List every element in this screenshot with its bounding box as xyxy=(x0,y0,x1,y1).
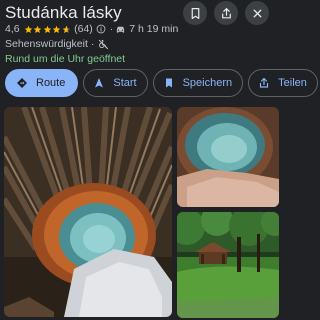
review-count[interactable]: (64) xyxy=(74,23,93,35)
spring-water-image xyxy=(177,107,279,207)
navigation-arrow-icon xyxy=(95,78,104,88)
close-button[interactable] xyxy=(245,1,269,25)
no-wheelchair-access-icon xyxy=(99,39,109,49)
start-button[interactable]: Start xyxy=(83,69,148,97)
spring-well-image xyxy=(4,107,172,317)
save-button[interactable]: Speichern xyxy=(152,69,244,97)
star-full-icon xyxy=(43,25,51,33)
share-button[interactable]: Teilen xyxy=(248,69,318,97)
place-category: Sehenswürdigkeit xyxy=(5,38,88,50)
star-full-icon xyxy=(24,25,32,33)
rating-row: 4,6 (64) · 7 h 19 min xyxy=(5,23,179,35)
forest-shelter-image xyxy=(177,212,279,318)
star-full-icon xyxy=(33,25,42,33)
photo-forest-shelter[interactable] xyxy=(177,212,279,318)
rating-stars xyxy=(24,25,72,34)
opening-hours[interactable]: Rund um die Uhr geöffnet xyxy=(5,53,125,65)
star-half-icon xyxy=(62,25,70,33)
start-label: Start xyxy=(113,77,137,89)
category-row: Sehenswürdigkeit · xyxy=(5,38,109,50)
place-title: Studánka lásky xyxy=(5,3,122,22)
car-icon xyxy=(117,26,125,33)
drive-time: 7 h 19 min xyxy=(129,23,179,35)
bookmark-icon xyxy=(191,7,199,19)
close-icon xyxy=(253,9,261,17)
share-icon xyxy=(260,77,269,88)
route-button[interactable]: Route xyxy=(5,69,79,97)
share-label: Teilen xyxy=(278,77,307,89)
star-full-icon xyxy=(52,25,61,33)
photo-spring-closeup[interactable] xyxy=(177,107,279,207)
route-label: Route xyxy=(36,77,66,89)
bookmark-icon xyxy=(165,78,172,88)
save-place-button[interactable] xyxy=(183,1,207,25)
directions-icon xyxy=(17,78,27,88)
rating-value: 4,6 xyxy=(5,23,20,35)
photo-main-spring[interactable] xyxy=(4,107,172,317)
action-buttons: Route Start Speichern Teilen xyxy=(5,69,318,97)
share-icon xyxy=(221,7,231,18)
share-place-button[interactable] xyxy=(214,1,238,25)
info-icon[interactable] xyxy=(96,24,106,34)
save-label: Speichern xyxy=(182,77,233,89)
